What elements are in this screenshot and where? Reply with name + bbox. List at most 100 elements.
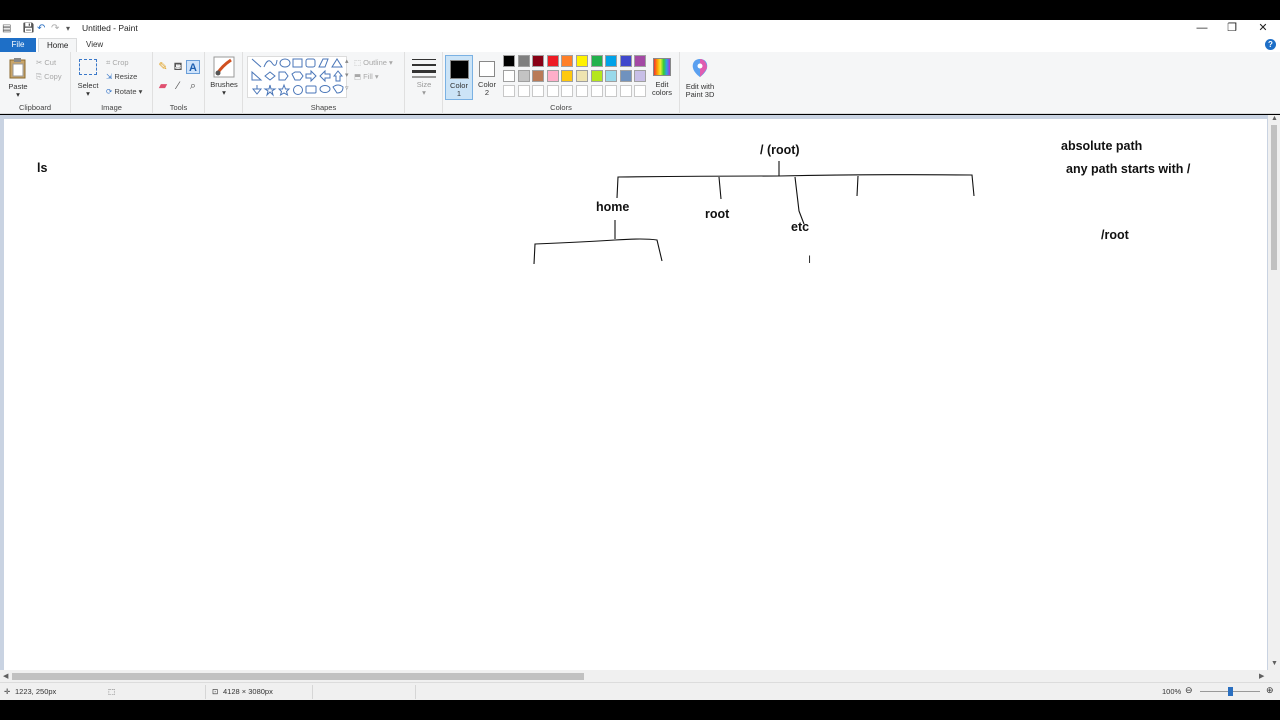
drawing-canvas[interactable]: ls / (root) home root etc absolute path …: [4, 119, 1267, 670]
palette-color-swatch[interactable]: [532, 55, 545, 67]
crop-button[interactable]: ⌗ Crop: [106, 58, 129, 68]
canvas-text-root: root: [705, 207, 730, 221]
scroll-right-icon[interactable]: ▶: [1259, 672, 1264, 680]
pencil-icon[interactable]: ✎: [156, 60, 170, 74]
resize-icon: ⇲: [106, 72, 113, 81]
palette-color-swatch[interactable]: [605, 70, 618, 82]
palette-custom-color-slot[interactable]: [634, 85, 647, 97]
palette-custom-color-slot[interactable]: [576, 85, 588, 97]
zoom-in-icon[interactable]: ⊕: [1266, 685, 1274, 696]
tree-home-branch: [533, 238, 663, 265]
paste-dropdown-icon: ▾: [16, 90, 20, 99]
brushes-group[interactable]: Brushes ▾: [205, 52, 243, 114]
palette-custom-color-slot[interactable]: [590, 85, 603, 97]
palette-custom-color-slot[interactable]: [517, 85, 530, 97]
color-picker-icon[interactable]: ⁄: [171, 79, 185, 93]
vertical-scroll-thumb[interactable]: [1271, 125, 1277, 270]
canvas-text-root-path: /root: [1101, 228, 1129, 242]
cut-button[interactable]: ✂ Cut: [36, 58, 56, 67]
magnifier-icon[interactable]: ⌕: [186, 79, 200, 93]
palette-custom-color-slot[interactable]: [561, 85, 574, 97]
palette-color-swatch[interactable]: [517, 70, 530, 82]
palette-color-swatch[interactable]: [517, 55, 530, 67]
rotate-icon: ⟳: [106, 87, 113, 96]
tab-file[interactable]: File: [0, 38, 36, 52]
eraser-icon[interactable]: ▰: [156, 79, 170, 93]
zoom-slider[interactable]: [1200, 687, 1260, 696]
palette-color-swatch[interactable]: [634, 55, 647, 67]
horizontal-scrollbar[interactable]: ◀ ▶: [0, 670, 1268, 682]
palette-color-swatch[interactable]: [619, 70, 632, 82]
palette-color-swatch[interactable]: [605, 55, 618, 67]
scroll-down-icon[interactable]: ▼: [1271, 660, 1278, 667]
shapes-scroll-down-icon[interactable]: ▾: [345, 71, 349, 79]
size-dropdown-icon: ▾: [422, 88, 426, 97]
clipboard-group-label: Clipboard: [18, 103, 52, 112]
palette-custom-color-slot[interactable]: [546, 85, 559, 97]
rotate-button[interactable]: ⟳ Rotate ▾: [106, 87, 142, 96]
tree-branch-root: [718, 176, 722, 200]
palette-custom-color-slot[interactable]: [503, 85, 515, 97]
palette-color-swatch[interactable]: [503, 70, 515, 82]
canvas-text-etc: etc: [791, 220, 810, 234]
minimize-button[interactable]: —: [1187, 20, 1217, 38]
restore-button[interactable]: ❐: [1217, 20, 1247, 38]
outline-label: Outline: [363, 58, 387, 67]
help-icon[interactable]: ?: [1265, 39, 1276, 50]
palette-color-swatch[interactable]: [634, 70, 647, 82]
palette-custom-color-slot[interactable]: [605, 85, 618, 97]
shapes-scroll-up-icon[interactable]: ▴: [345, 57, 349, 65]
copy-button[interactable]: ⎘ Copy: [36, 72, 62, 82]
paste-button[interactable]: Paste ▾: [6, 55, 30, 99]
palette-custom-color-slot[interactable]: [619, 85, 632, 97]
paste-icon: [9, 58, 26, 79]
size-group[interactable]: Size ▾: [405, 52, 443, 114]
brushes-dropdown-icon: ▾: [222, 88, 226, 97]
palette-color-swatch[interactable]: [590, 70, 603, 82]
fill-button[interactable]: ⬒ Fill ▾: [354, 72, 379, 81]
shapes-more-icon[interactable]: ▿: [345, 84, 349, 92]
tab-home[interactable]: Home: [38, 38, 78, 52]
fill-bucket-icon[interactable]: ⛾: [171, 60, 185, 74]
clipboard-group: Paste ▾ ✂ Cut ⎘ Copy Clipboard: [0, 52, 71, 114]
text-tool-icon[interactable]: A: [186, 60, 200, 74]
status-divider: [415, 685, 416, 699]
tools-group-label: Tools: [169, 103, 188, 112]
status-divider: [312, 685, 313, 699]
undo-icon[interactable]: ↶: [37, 23, 45, 34]
palette-color-swatch[interactable]: [532, 70, 545, 82]
brush-icon: [213, 56, 235, 78]
palette-color-swatch[interactable]: [503, 55, 515, 67]
edit-colors-button[interactable]: Edit colors: [647, 55, 677, 103]
resize-button[interactable]: ⇲ Resize: [106, 72, 137, 81]
palette-color-swatch[interactable]: [561, 70, 574, 82]
title-bar: ▤ 💾︎ ↶ ↷ ▾ Untitled - Paint — ❐ ✕: [0, 20, 1280, 38]
close-button[interactable]: ✕: [1248, 20, 1278, 38]
customize-quick-access-icon[interactable]: ▾: [66, 24, 70, 33]
palette-color-swatch[interactable]: [576, 55, 588, 67]
canvas-text-path-rule: any path starts with /: [1066, 162, 1191, 176]
palette-color-swatch[interactable]: [590, 55, 603, 67]
palette-color-swatch[interactable]: [576, 70, 588, 82]
tab-view[interactable]: View: [78, 38, 111, 52]
zoom-slider-thumb[interactable]: [1228, 687, 1233, 696]
scroll-up-icon[interactable]: ▲: [1271, 115, 1278, 122]
tree-branch-4: [856, 175, 859, 197]
palette-custom-color-slot[interactable]: [532, 85, 545, 97]
save-icon[interactable]: 💾︎: [22, 23, 35, 34]
select-button[interactable]: Select ▾: [75, 56, 101, 98]
zoom-out-icon[interactable]: ⊖: [1185, 685, 1193, 696]
redo-icon[interactable]: ↷: [51, 23, 59, 34]
palette-color-swatch[interactable]: [561, 55, 574, 67]
vertical-scrollbar[interactable]: ▲ ▼: [1268, 115, 1280, 670]
palette-color-swatch[interactable]: [619, 55, 632, 67]
scroll-left-icon[interactable]: ◀: [3, 672, 8, 680]
outline-button[interactable]: ⬚ Outline ▾: [354, 58, 393, 67]
edit-with-paint3d-button[interactable]: Edit with Paint 3D: [681, 55, 719, 103]
palette-color-swatch[interactable]: [546, 70, 559, 82]
palette-color-swatch[interactable]: [546, 55, 559, 67]
shapes-gallery[interactable]: [247, 56, 347, 98]
image-size: 4128 × 3080px: [223, 687, 273, 696]
image-group: Select ▾ ⌗ Crop ⇲ Resize ⟳ Rotate ▾ Imag…: [71, 52, 153, 114]
horizontal-scroll-thumb[interactable]: [12, 673, 584, 680]
